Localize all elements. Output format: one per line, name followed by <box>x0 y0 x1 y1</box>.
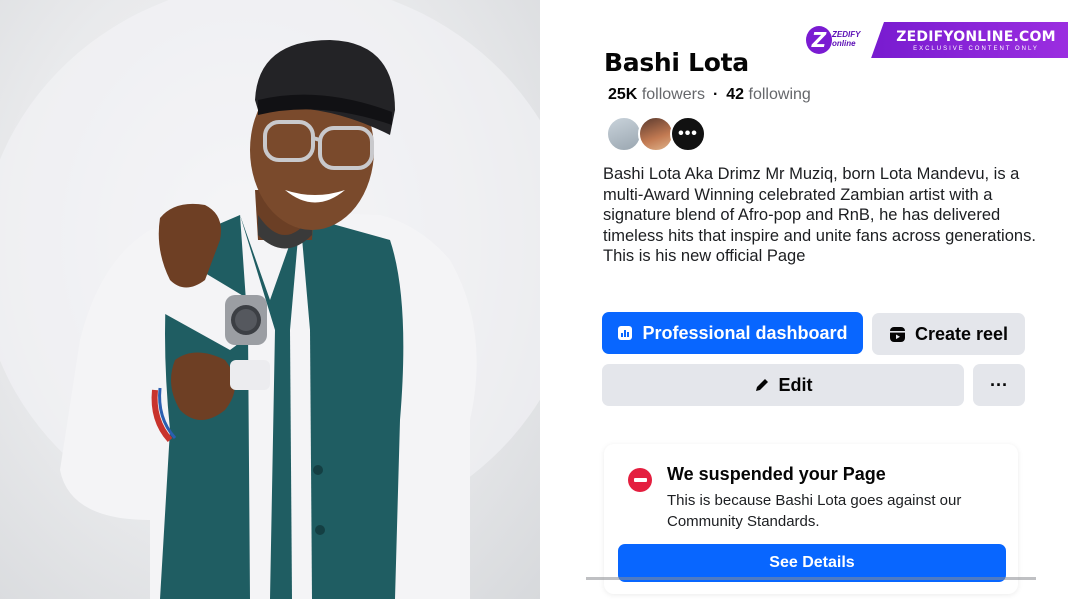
professional-dashboard-button[interactable]: Professional dashboard <box>602 312 863 354</box>
edit-button[interactable]: Edit <box>602 364 964 406</box>
reel-icon <box>889 326 906 343</box>
suspension-body: This is because Bashi Lota goes against … <box>667 492 962 530</box>
mutual-followers[interactable]: ••• <box>606 116 706 152</box>
bio-text: Bashi Lota Aka Drimz Mr Muziq, born Lota… <box>603 165 1036 266</box>
avatar[interactable] <box>638 116 674 152</box>
profile-panel: Bashi Lota 25K followers · 42 following ••… <box>540 0 1080 599</box>
create-reel-button[interactable]: Create reel <box>872 313 1025 355</box>
create-reel-label: Create reel <box>914 323 1009 344</box>
avatar[interactable] <box>606 116 642 152</box>
pencil-icon <box>754 377 770 393</box>
suspension-notice: We suspended your Page This is because B… <box>604 444 1018 594</box>
stop-icon <box>628 468 652 492</box>
more-avatars-button[interactable]: ••• <box>670 116 706 152</box>
divider <box>586 577 1036 580</box>
page-title: Bashi Lota <box>604 48 749 77</box>
dashboard-icon <box>617 325 633 341</box>
followers-link[interactable]: 25K followers <box>608 86 705 103</box>
following-label: following <box>748 86 811 103</box>
follow-stats: 25K followers · 42 following <box>608 86 811 103</box>
more-options-button[interactable]: ··· <box>973 364 1025 406</box>
suspension-title: We suspended your Page <box>667 464 886 484</box>
following-link[interactable]: 42 following <box>726 86 811 103</box>
following-count: 42 <box>726 86 745 103</box>
followers-label: followers <box>641 86 705 103</box>
followers-count: 25K <box>608 86 638 103</box>
edit-label: Edit <box>778 374 813 395</box>
professional-dashboard-label: Professional dashboard <box>642 322 848 343</box>
profile-photo <box>0 0 540 599</box>
